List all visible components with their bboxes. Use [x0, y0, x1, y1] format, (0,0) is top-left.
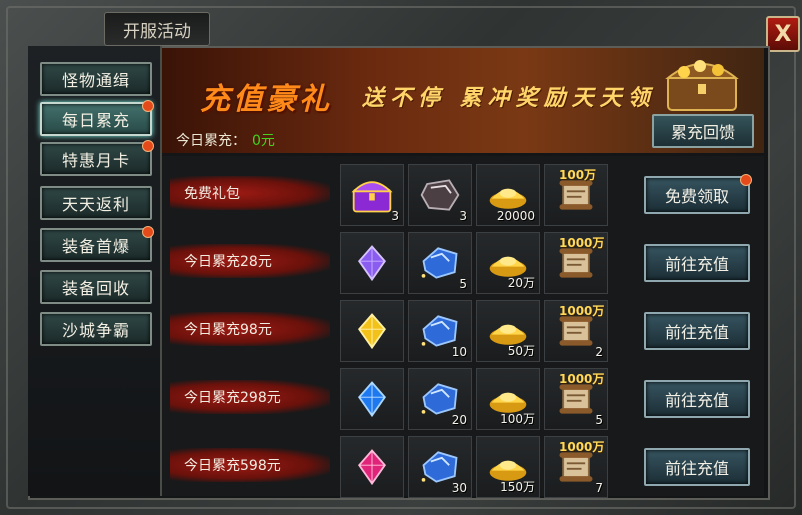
event-banner: 充值豪礼 送不停 累冲奖励天天领 今日累充： 0元 累充回馈: [162, 48, 764, 153]
purple-gem-icon: [350, 244, 394, 282]
item-quantity: 20000: [496, 209, 535, 223]
banner-subtitle: 送不停 累冲奖励天天领: [362, 85, 656, 111]
item-quantity: 7: [595, 481, 603, 495]
yellow-gem-icon: [350, 312, 394, 350]
reward-row: 今日累充28元 5 20万 1000万前往充值: [162, 228, 764, 294]
item-quantity: 10: [451, 345, 467, 359]
item-quantity: 100万: [500, 412, 535, 426]
reward-item-slot[interactable]: 20: [408, 368, 472, 430]
red-gem-icon: [350, 448, 394, 486]
notification-dot: [142, 100, 154, 112]
item-quantity: 5: [595, 413, 603, 427]
item-quantity: 3: [459, 209, 467, 223]
reward-item-slot[interactable]: 1000万 5: [544, 368, 608, 430]
item-quantity: 20万: [507, 276, 535, 290]
reward-item-slot[interactable]: 100万: [544, 164, 608, 226]
sidebar: 怪物通缉 每日累充 特惠月卡 天天返利 装备首爆 装备回收 沙城争霸: [28, 46, 162, 496]
reward-item-slot[interactable]: 150万: [476, 436, 540, 498]
sidebar-item-label: 装备回收: [61, 279, 130, 298]
go-recharge-button[interactable]: 前往充值: [644, 380, 750, 418]
sidebar-item-label: 每日累充: [61, 111, 130, 130]
button-label: 前往充值: [664, 391, 729, 410]
blue-gem-icon: [350, 380, 394, 418]
treasure-chest-icon: [665, 60, 739, 111]
button-label: 前往充值: [664, 255, 729, 274]
reward-tier-label: 今日累充598元: [170, 448, 330, 482]
sidebar-item-castle-war[interactable]: 沙城争霸: [40, 312, 152, 346]
sidebar-item-label: 天天返利: [61, 195, 130, 214]
item-value-tag: 1000万: [559, 440, 605, 454]
sidebar-item-equipment-first-drop[interactable]: 装备首爆: [40, 226, 154, 262]
item-quantity: 30: [451, 481, 467, 495]
notification-dot: [740, 174, 752, 186]
item-value-tag: 1000万: [559, 304, 605, 318]
item-quantity: 2: [595, 345, 603, 359]
sidebar-item-monster-bounty[interactable]: 怪物通缉: [40, 62, 152, 96]
reward-rows: 免费礼包 3 3 20000 100万 免费领取 今日累充28元 5 20万 1000万 前往充值今…: [162, 156, 764, 498]
sidebar-item-daily-recharge[interactable]: 每日累充: [40, 100, 154, 136]
notification-dot: [142, 140, 154, 152]
reward-row: 免费礼包 3 3 20000 100万免费领取: [162, 160, 764, 226]
purple-chest-icon: [350, 176, 394, 214]
reward-tier-label: 今日累充298元: [170, 380, 330, 414]
reward-item-slot[interactable]: 50万: [476, 300, 540, 362]
window-title: 开服活动: [104, 12, 210, 46]
go-recharge-button[interactable]: 前往充值: [644, 244, 750, 282]
reward-item-slot[interactable]: [340, 436, 404, 498]
sidebar-item-label: 特惠月卡: [61, 151, 130, 170]
reward-item-slot[interactable]: 1000万: [544, 232, 608, 294]
close-button[interactable]: X: [766, 16, 800, 52]
dark-stone-icon: [418, 176, 462, 214]
button-label: 前往充值: [664, 323, 729, 342]
claim-free-button[interactable]: 免费领取: [644, 174, 752, 214]
button-label: 前往充值: [664, 459, 729, 478]
today-recharge: 今日累充： 0元: [176, 130, 275, 150]
reward-item-slot[interactable]: 10: [408, 300, 472, 362]
item-quantity: 3: [391, 209, 399, 223]
reward-tier-label: 今日累充28元: [170, 244, 330, 278]
reward-item-slot[interactable]: 1000万 2: [544, 300, 608, 362]
reward-item-slot[interactable]: 5: [408, 232, 472, 294]
sidebar-item-daily-rebate[interactable]: 天天返利: [40, 186, 152, 220]
reward-item-slot[interactable]: [340, 368, 404, 430]
reward-item-slot[interactable]: 100万: [476, 368, 540, 430]
sidebar-item-label: 沙城争霸: [61, 321, 130, 340]
sidebar-item-label: 怪物通缉: [61, 71, 130, 90]
today-recharge-label: 今日累充：: [176, 133, 246, 149]
item-quantity: 50万: [507, 344, 535, 358]
go-recharge-button[interactable]: 前往充值: [644, 312, 750, 350]
reward-item-slot[interactable]: [340, 300, 404, 362]
reward-tier-label: 免费礼包: [170, 176, 330, 210]
item-quantity: 5: [459, 277, 467, 291]
reward-item-slot[interactable]: 1000万 7: [544, 436, 608, 498]
reward-item-slot[interactable]: 20万: [476, 232, 540, 294]
reward-item-slot[interactable]: 20000: [476, 164, 540, 226]
item-value-tag: 1000万: [559, 236, 605, 250]
banner-title: 充值豪礼: [200, 82, 332, 117]
reward-item-slot[interactable]: 3: [340, 164, 404, 226]
item-quantity: 150万: [500, 480, 535, 494]
sidebar-item-label: 装备首爆: [61, 237, 130, 256]
reward-item-slot[interactable]: 30: [408, 436, 472, 498]
reward-item-slot[interactable]: 3: [408, 164, 472, 226]
reward-tier-label: 今日累充98元: [170, 312, 330, 346]
item-quantity: 20: [451, 413, 467, 427]
today-recharge-value: 0元: [252, 133, 275, 149]
reward-row: 今日累充298元 20 100万 1000万 5 前往充值: [162, 364, 764, 430]
blue-crystal-icon: [418, 244, 462, 282]
reward-item-slot[interactable]: [340, 232, 404, 294]
notification-dot: [142, 226, 154, 238]
recharge-rewards-button[interactable]: 累充回馈: [652, 114, 754, 148]
button-label: 免费领取: [664, 187, 729, 206]
reward-row: 今日累充598元 30 150万 1000万 7 前往充值: [162, 432, 764, 498]
go-recharge-button[interactable]: 前往充值: [644, 448, 750, 486]
reward-row: 今日累充98元 10 50万 1000万 2 前往充值: [162, 296, 764, 362]
item-value-tag: 1000万: [559, 372, 605, 386]
item-value-tag: 100万: [559, 168, 597, 182]
sidebar-item-equipment-recycle[interactable]: 装备回收: [40, 270, 152, 304]
sidebar-item-monthly-card[interactable]: 特惠月卡: [40, 140, 154, 176]
